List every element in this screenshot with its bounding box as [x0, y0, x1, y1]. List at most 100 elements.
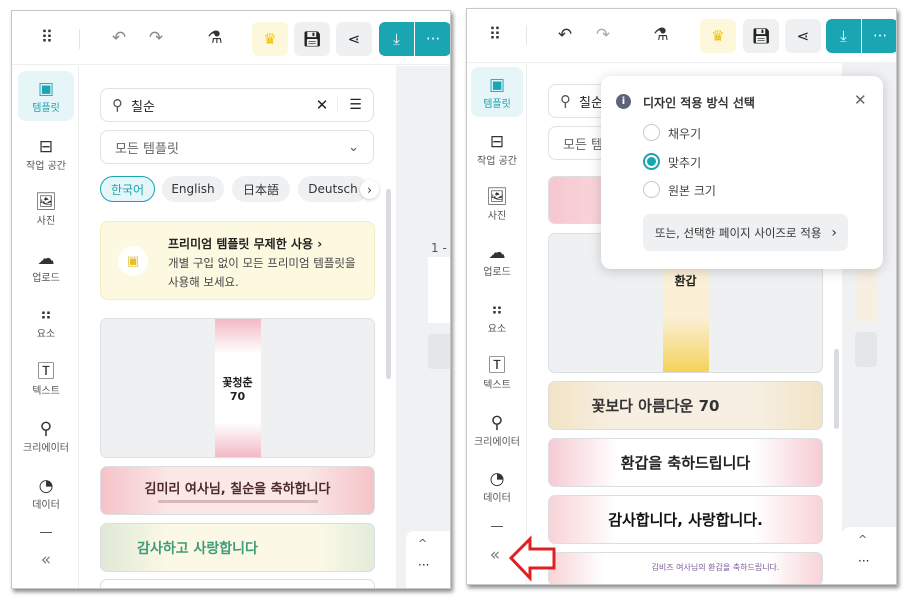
sidebar-item-text[interactable]: 🅃︎ 텍스트 [18, 354, 74, 404]
page-thumbnail[interactable] [428, 257, 450, 323]
language-chip-english[interactable]: English [162, 176, 224, 202]
archive-icon: ⊟ [489, 131, 505, 152]
language-chip-korean[interactable]: 한국어 [100, 176, 155, 202]
premium-crown-button[interactable]: ♛ [700, 19, 736, 53]
chart-icon: ◔ [489, 468, 505, 489]
sidebar-item-data[interactable]: ◔ 데이터 [18, 468, 74, 518]
radio-original-size[interactable] [643, 181, 660, 198]
radio-fill[interactable] [643, 124, 660, 141]
chips-next-arrow[interactable]: › [360, 180, 379, 199]
search-value: 칠순 [131, 99, 155, 115]
template-card[interactable]: 꽃청춘 70 [100, 318, 375, 458]
right-editor-window: ⠿ ↶ ↷ ⚗ ♛ 💾︎ ⋖ ⤓ ··· ▣ 템플릿 ⊟ 작업 공간 🖼︎ 사진 ☁ 업… [466, 8, 897, 585]
template-icon: ▣ [488, 74, 506, 95]
more-icon[interactable]: ··· [858, 554, 869, 568]
sidebar-item-template[interactable]: ▣ 템플릿 [18, 71, 74, 121]
info-icon: i [616, 94, 631, 109]
sidebar-divider [491, 526, 503, 527]
download-button[interactable]: ⤓ [379, 22, 414, 56]
redo-icon[interactable]: ↷ [143, 25, 169, 51]
share-button[interactable]: ⋖ [336, 22, 372, 56]
template-card[interactable]: 환갑을 축하드립니다 [548, 438, 823, 487]
sidebar-item-upload[interactable]: ☁ 업로드 [18, 241, 74, 291]
save-button[interactable]: 💾︎ [743, 19, 779, 53]
more-button[interactable]: ··· [415, 22, 450, 56]
sidebar-item-workspace[interactable]: ⊟ 작업 공간 [471, 124, 523, 174]
sidebar-item-workspace[interactable]: ⊟ 작업 공간 [18, 129, 74, 179]
creator-icon: ⚲ [39, 418, 53, 439]
scroll-up-icon[interactable]: ^ [858, 533, 867, 546]
sidebar-item-photo[interactable]: 🖼︎ 사진 [18, 184, 74, 234]
apply-page-size-button[interactable]: 또는, 선택한 페이지 사이즈로 적용 › [643, 214, 848, 251]
grid-icon[interactable]: ⠿ [34, 25, 60, 51]
sidebar-item-creator[interactable]: ⚲ 크리에이터 [471, 405, 523, 455]
filter-settings-icon[interactable]: ☰ [337, 97, 373, 113]
sidebar: ▣ 템플릿 ⊟ 작업 공간 🖼︎ 사진 ☁ 업로드 ⠶ 요소 🅃︎ 텍스트 ⚲ 크리에이터 ◔… [467, 62, 527, 584]
redo-icon[interactable]: ↷ [590, 22, 616, 48]
sidebar-item-upload[interactable]: ☁ 업로드 [471, 235, 523, 285]
sidebar: ▣ 템플릿 ⊟ 작업 공간 🖼︎ 사진 ☁ 업로드 ⠶ 요소 🅃︎ 텍스트 ⚲ 크리에이터 ◔… [12, 66, 79, 588]
sidebar-item-label: 업로드 [483, 266, 511, 278]
sidebar-item-label: 업로드 [32, 272, 60, 284]
canvas-area: 1 - ^ ··· [396, 66, 450, 588]
scrollbar[interactable] [834, 349, 839, 429]
language-chip-german[interactable]: Deutsch [298, 176, 368, 202]
search-input[interactable]: ⚲ 칠순 ✕ ☰ [100, 88, 374, 122]
search-icon: ⚲ [560, 92, 571, 110]
language-chip-japanese[interactable]: 日本語 [232, 176, 290, 202]
sidebar-divider [40, 532, 52, 533]
creator-icon: ⚲ [490, 412, 504, 433]
radio-fit[interactable] [643, 153, 660, 170]
flask-icon[interactable]: ⚗ [202, 25, 228, 51]
sidebar-item-elements[interactable]: ⠶ 요소 [18, 297, 74, 347]
premium-desc: 개별 구입 없이 모든 프리미엄 템플릿을 [168, 256, 356, 270]
grid-icon[interactable]: ⠿ [482, 22, 508, 48]
template-title: 감사하고 사랑합니다 [137, 540, 258, 557]
page-label: 1 - [431, 241, 447, 255]
close-icon[interactable]: ✕ [854, 91, 867, 109]
chevron-right-icon: › [831, 224, 838, 241]
sidebar-item-label: 사진 [487, 210, 507, 222]
undo-icon[interactable]: ↶ [106, 25, 132, 51]
scroll-up-icon[interactable]: ^ [418, 537, 427, 550]
download-button[interactable]: ⤓ [826, 19, 861, 53]
template-card[interactable]: 감사하고 사랑합니다 [100, 523, 375, 572]
sidebar-item-elements[interactable]: ⠶ 요소 [471, 292, 523, 342]
sidebar-item-creator[interactable]: ⚲ 크리에이터 [18, 411, 74, 461]
template-card[interactable]: 김미리 여사님, 칠순을 축하합니다 [100, 466, 375, 515]
template-title: 꽃보다 아름다운 70 [591, 397, 720, 415]
template-subtext [157, 500, 318, 503]
template-card[interactable]: 꽃보다 아름다운 70 [548, 381, 823, 430]
premium-banner[interactable]: ▣ 프리미엄 템플릿 무제한 사용 › 개별 구입 없이 모든 프리미엄 템플릿… [100, 221, 375, 300]
search-icon: ⚲ [112, 96, 123, 114]
collapse-sidebar-icon[interactable]: « [34, 548, 58, 572]
flask-icon[interactable]: ⚗ [648, 22, 674, 48]
page-placeholder [428, 334, 450, 369]
template-title: 환갑을 축하드립니다 [620, 454, 751, 472]
template-card[interactable]: 김비즈 여사님의 환갑을 축하드립니다. [548, 552, 823, 584]
red-arrow-annotation [508, 535, 556, 582]
more-icon[interactable]: ··· [418, 558, 429, 572]
collapse-sidebar-icon[interactable]: « [483, 543, 507, 567]
template-card[interactable] [100, 579, 375, 588]
sidebar-item-data[interactable]: ◔ 데이터 [471, 461, 523, 511]
more-button[interactable]: ··· [862, 19, 896, 53]
button-label: 또는, 선택한 페이지 사이즈로 적용 [655, 225, 822, 240]
sidebar-item-template[interactable]: ▣ 템플릿 [471, 67, 523, 117]
share-button[interactable]: ⋖ [785, 19, 821, 53]
dropdown-value: 모든 템플릿 [115, 141, 179, 157]
shapes-icon: ⠶ [39, 304, 53, 325]
left-editor-window: ⠿ ↶ ↷ ⚗ ♛ 💾︎ ⋖ ⤓ ··· ▣ 템플릿 ⊟ 작업 공간 🖼︎ 사진 ☁ 업… [11, 10, 451, 589]
radio-label: 원본 크기 [668, 184, 716, 198]
sidebar-item-text[interactable]: 🅃︎ 텍스트 [471, 348, 523, 398]
sidebar-item-photo[interactable]: 🖼︎ 사진 [471, 179, 523, 229]
sidebar-item-label: 데이터 [483, 492, 511, 504]
undo-icon[interactable]: ↶ [552, 22, 578, 48]
save-button[interactable]: 💾︎ [294, 22, 330, 56]
scrollbar[interactable] [386, 189, 391, 379]
clear-search-icon[interactable]: ✕ [307, 96, 337, 114]
template-card[interactable]: 감사합니다, 사랑합니다. [548, 495, 823, 544]
premium-crown-button[interactable]: ♛ [252, 22, 288, 56]
template-filter-dropdown[interactable]: 모든 템플릿 ⌄ [100, 130, 374, 164]
page-thumbnail[interactable] [855, 262, 877, 322]
